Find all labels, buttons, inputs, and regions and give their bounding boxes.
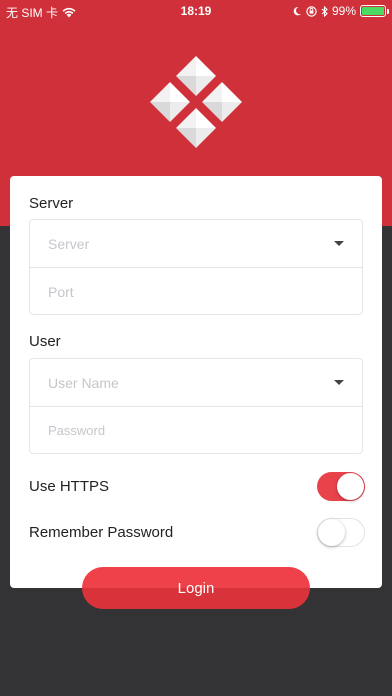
username-field[interactable]	[30, 359, 362, 406]
remember-password-toggle[interactable]	[317, 518, 365, 547]
port-field[interactable]	[30, 267, 362, 315]
https-label: Use HTTPS	[29, 478, 110, 495]
battery-cap	[387, 9, 389, 14]
server-section-label: Server	[29, 195, 74, 212]
toggle-knob	[318, 519, 345, 546]
server-input[interactable]	[48, 235, 308, 252]
login-button[interactable]: Login	[82, 567, 310, 609]
https-row: Use HTTPS	[29, 472, 365, 502]
logo-diamond-bottom	[176, 108, 216, 148]
login-card: Server User Use HTTPS Remember Password	[10, 176, 382, 588]
remember-password-label: Remember Password	[29, 524, 174, 541]
battery-fill	[362, 7, 384, 15]
status-right: 99%	[292, 4, 389, 18]
chevron-down-icon[interactable]	[334, 241, 344, 246]
app-logo-icon	[150, 56, 242, 148]
chevron-down-icon[interactable]	[334, 380, 344, 385]
logo-diamond-right	[202, 82, 242, 122]
toggle-knob	[337, 473, 364, 500]
bluetooth-icon	[321, 5, 328, 17]
logo-diamond-top	[176, 56, 216, 96]
battery-icon	[360, 5, 389, 17]
lock-rotation-icon	[306, 5, 317, 17]
user-field-group	[29, 358, 363, 454]
user-section-label: User	[29, 333, 61, 350]
server-field[interactable]	[30, 220, 362, 267]
moon-icon	[293, 6, 301, 16]
status-bar: 无 SIM 卡 18:19 99%	[0, 0, 392, 22]
username-input[interactable]	[48, 374, 308, 391]
password-input[interactable]	[48, 423, 308, 438]
password-field[interactable]	[30, 406, 362, 454]
logo-diamond-left	[150, 82, 190, 122]
server-field-group	[29, 219, 363, 315]
remember-password-row: Remember Password	[29, 518, 365, 548]
port-input[interactable]	[48, 283, 308, 300]
https-toggle[interactable]	[317, 472, 365, 501]
battery-percent: 99%	[331, 4, 356, 18]
